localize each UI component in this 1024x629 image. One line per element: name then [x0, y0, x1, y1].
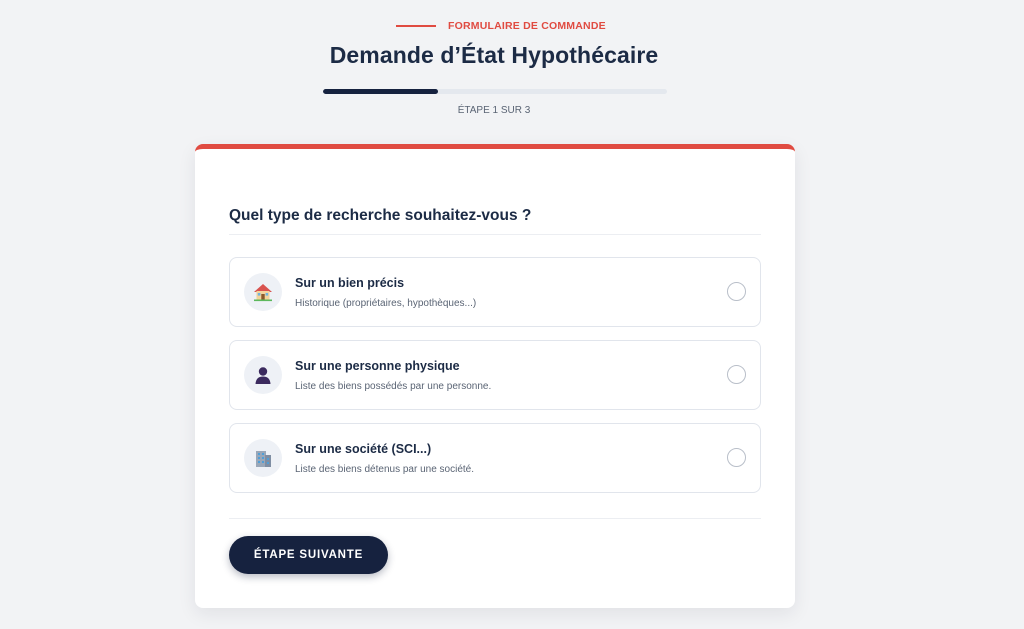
option-title: Sur une société (SCI...) — [295, 442, 432, 456]
step-indicator: ÉTAPE 1 SUR 3 — [457, 105, 531, 116]
divider — [229, 234, 761, 235]
divider — [229, 518, 761, 519]
question-heading: Quel type de recherche souhaitez-vous ? — [229, 207, 532, 224]
option-personne-physique[interactable]: Sur une personne physique Liste des bien… — [229, 340, 761, 410]
house-icon — [244, 273, 282, 311]
option-title: Sur une personne physique — [295, 359, 460, 373]
next-step-button[interactable]: ÉTAPE SUIVANTE — [229, 536, 388, 574]
option-radio[interactable] — [727, 365, 746, 384]
eyebrow-line — [396, 25, 436, 27]
option-societe[interactable]: Sur une société (SCI...) Liste des biens… — [229, 423, 761, 493]
eyebrow: FORMULAIRE DE COMMANDE — [396, 20, 606, 32]
option-description: Liste des biens détenus par une société. — [295, 464, 475, 475]
progress-bar-fill — [323, 89, 438, 94]
option-description: Historique (propriétaires, hypothèques..… — [295, 298, 477, 309]
option-title: Sur un bien précis — [295, 276, 405, 290]
office-building-icon — [244, 439, 282, 477]
option-radio[interactable] — [727, 448, 746, 467]
option-description: Liste des biens possédés par une personn… — [295, 381, 492, 392]
form-card: Quel type de recherche souhaitez-vous ? … — [195, 144, 795, 608]
eyebrow-text: FORMULAIRE DE COMMANDE — [448, 20, 606, 32]
page-title: Demande d’État Hypothécaire — [329, 42, 659, 68]
person-icon — [244, 356, 282, 394]
option-radio[interactable] — [727, 282, 746, 301]
progress-bar — [323, 89, 667, 94]
option-bien-precis[interactable]: Sur un bien précis Historique (propriéta… — [229, 257, 761, 327]
